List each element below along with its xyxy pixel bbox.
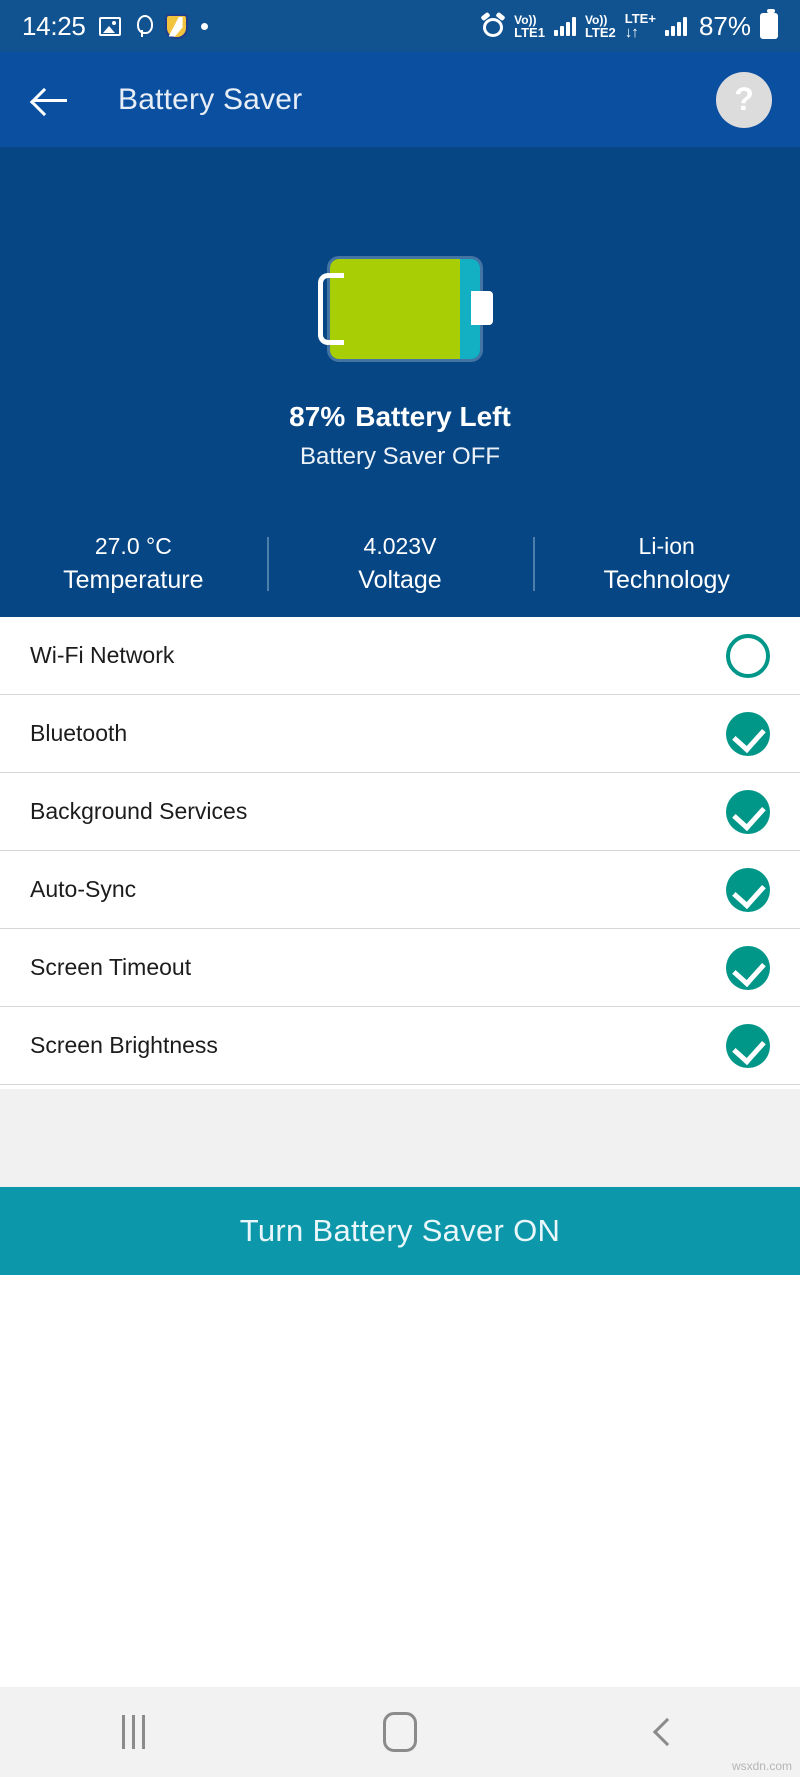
stat-value: 4.023V [363,533,437,559]
sim2-network-label: Vo)) LTE2 [584,12,616,40]
back-button[interactable] [533,1717,800,1747]
checkmark-icon[interactable] [726,867,770,912]
stat-label: Technology [603,566,730,594]
settings-row[interactable]: Screen Timeout [0,929,800,1007]
status-bar-battery-icon [760,9,778,39]
image-icon [98,16,121,36]
sim1-network-label: Vo)) LTE1 [514,12,545,40]
settings-row-label: Screen Timeout [30,954,192,980]
list-spacer [0,1089,800,1187]
settings-row[interactable]: Background Services [0,773,800,851]
checkmark-icon[interactable] [726,1023,770,1068]
battery-body [329,259,480,359]
battery-illustration [308,259,493,359]
lte-plus-label: LTE+ ↓↑ [624,11,656,41]
page-title: Battery Saver [118,82,303,116]
battery-hero: 87% Battery Left Battery Saver OFF 27.0 °… [0,147,800,617]
app-bar: Battery Saver ? [0,52,800,147]
battery-stats: 27.0 °C Temperature 4.023V Voltage Li-io… [0,533,800,617]
checkmark-icon[interactable] [726,789,770,834]
battery-left-label: Battery Left [355,401,511,432]
settings-row-label: Auto-Sync [30,876,137,902]
turn-battery-saver-button[interactable]: Turn Battery Saver ON [0,1187,800,1275]
status-bar-left: 14:25 [22,11,208,42]
home-button[interactable] [267,1712,534,1752]
settings-row-label: Screen Brightness [30,1032,218,1058]
stat-label: Temperature [63,566,204,594]
battery-left-line: 87% Battery Left [289,401,511,433]
home-icon [383,1712,417,1752]
stat-value: Li-ion [638,533,695,559]
sim2-signal-icon [664,16,687,36]
settings-row-label: Wi-Fi Network [30,642,175,668]
back-arrow-icon[interactable] [28,77,74,123]
settings-row[interactable]: Auto-Sync [0,851,800,929]
settings-row[interactable]: Screen Brightness [0,1007,800,1085]
watermark: wsxdn.com [731,1759,792,1773]
checkmark-icon[interactable] [726,945,770,990]
recents-icon [121,1715,145,1749]
battery-cap-icon [470,291,493,325]
battery-outline [317,273,344,345]
android-nav-bar: wsxdn.com [0,1687,800,1777]
settings-row[interactable]: Wi-Fi Network [0,617,800,695]
shield-icon [164,13,188,39]
battery-fill [329,259,460,359]
saver-state-label: Battery Saver OFF [299,443,501,470]
status-bar-battery-percent: 87% [698,10,751,41]
battery-percent-value: 87% [289,401,346,432]
settings-row-label: Background Services [30,798,248,824]
settings-list: Wi-Fi Network Bluetooth Background Service… [0,617,800,1089]
empty-area [0,1275,800,1687]
dot-icon [200,22,208,30]
settings-row[interactable]: Bluetooth [0,695,800,773]
settings-row-label: Bluetooth [30,720,128,746]
alarm-icon [480,11,506,38]
phone-screen: 14:25 Vo)) LTE1 Vo)) LTE2 LTE+ ↓↑ 87% Ba… [0,0,800,1777]
stat-value: 27.0 °C [94,533,172,559]
checkmark-icon[interactable] [726,711,770,756]
status-bar-right: Vo)) LTE1 Vo)) LTE2 LTE+ ↓↑ 87% [480,9,778,42]
stat-technology: Li-ion Technology [533,533,800,595]
stat-temperature: 27.0 °C Temperature [0,533,267,595]
unchecked-circle-icon[interactable] [726,633,770,678]
back-icon [652,1717,681,1747]
stat-voltage: 4.023V Voltage [266,533,534,595]
recents-button[interactable] [0,1715,267,1749]
sim1-signal-icon [553,16,576,36]
help-button[interactable]: ? [716,71,772,128]
bird-icon [134,15,153,37]
status-bar-clock: 14:25 [22,10,86,41]
status-bar: 14:25 Vo)) LTE1 Vo)) LTE2 LTE+ ↓↑ 87% [0,0,800,52]
stat-label: Voltage [358,566,442,594]
